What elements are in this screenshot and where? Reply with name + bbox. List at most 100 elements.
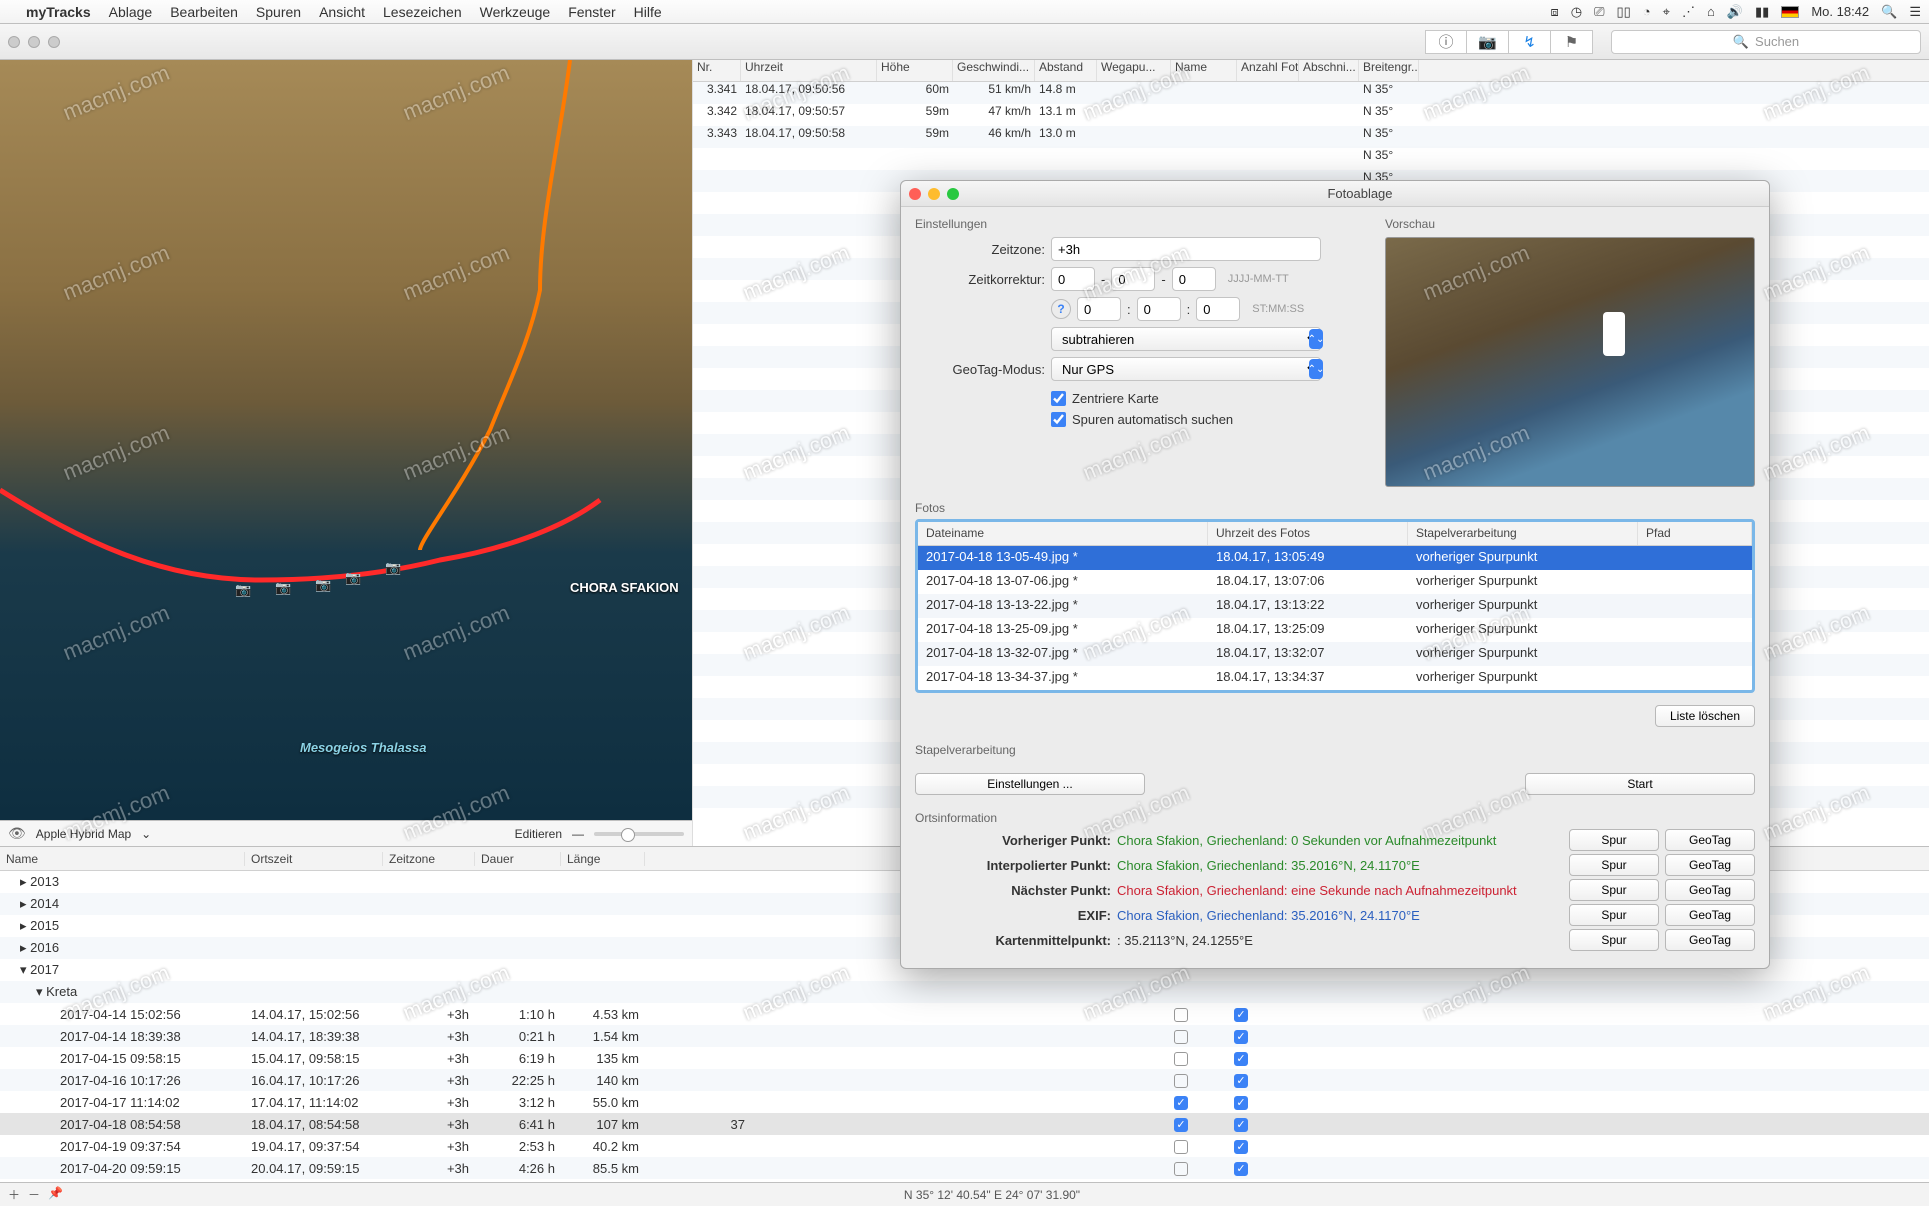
window-close-icon[interactable] [8, 36, 20, 48]
checkbox[interactable] [1174, 1118, 1188, 1132]
spotlight-icon[interactable]: 🔍 [1881, 4, 1897, 20]
corr-day-input[interactable] [1172, 267, 1216, 291]
bluetooth-icon[interactable]: ⌖ [1663, 4, 1670, 20]
window-minimize-icon[interactable] [28, 36, 40, 48]
wifi-icon[interactable]: ⋰ [1682, 4, 1695, 20]
checkbox[interactable] [1234, 1118, 1248, 1132]
track-row[interactable]: 2017-04-16 10:17:2616.04.17, 10:17:26+3h… [0, 1069, 1929, 1091]
zoom-slider[interactable] [594, 832, 684, 836]
app-name[interactable]: myTracks [26, 4, 91, 20]
menu-clock[interactable]: Mo. 18:42 [1811, 4, 1869, 19]
checkbox[interactable] [1234, 1008, 1248, 1022]
operation-select[interactable]: subtrahieren [1051, 327, 1321, 351]
menu-hilfe[interactable]: Hilfe [634, 4, 662, 20]
table-row[interactable]: 3.34118.04.17, 09:50:5660m51 km/h14.8 mN… [693, 82, 1929, 104]
menu-bearbeiten[interactable]: Bearbeiten [170, 4, 238, 20]
spur-button[interactable]: Spur [1569, 929, 1659, 951]
panel-minimize-icon[interactable] [928, 188, 940, 200]
checkbox[interactable] [1174, 1096, 1188, 1110]
camera-marker-icon[interactable]: 📷 [235, 582, 251, 598]
geotag-mode-select[interactable]: Nur GPS [1051, 357, 1321, 381]
zeitzone-input[interactable] [1051, 237, 1321, 261]
flag-de-icon[interactable] [1781, 6, 1799, 18]
photo-row[interactable]: 2017-04-18 13-34-37.jpg *18.04.17, 13:34… [918, 666, 1752, 690]
checkbox[interactable] [1174, 1140, 1188, 1154]
panel-zoom-icon[interactable] [947, 188, 959, 200]
col-fotos[interactable]: Anzahl Fotos [1237, 60, 1299, 81]
remove-button[interactable]: － [28, 1186, 40, 1203]
track-row[interactable]: 2017-04-20 09:59:1520.04.17, 09:59:15+3h… [0, 1157, 1929, 1179]
map-view[interactable]: CHORA SFAKION Mesogeios Thalassa 📷 📷 📷 📷… [0, 60, 692, 820]
track-row[interactable]: 2017-04-14 18:39:3814.04.17, 18:39:38+3h… [0, 1025, 1929, 1047]
corr-month-input[interactable] [1111, 267, 1155, 291]
center-map-checkbox[interactable] [1051, 391, 1066, 406]
track-row[interactable]: 2017-04-19 09:37:5419.04.17, 09:37:54+3h… [0, 1135, 1929, 1157]
photo-row[interactable]: 2017-04-18 13-13-22.jpg *18.04.17, 13:13… [918, 594, 1752, 618]
tcol-ortszeit[interactable]: Ortszeit [245, 852, 383, 866]
table-row[interactable]: 3.34218.04.17, 09:50:5759m47 km/h13.1 mN… [693, 104, 1929, 126]
col-abstand[interactable]: Abstand [1035, 60, 1097, 81]
clear-list-button[interactable]: Liste löschen [1655, 705, 1755, 727]
checkbox[interactable] [1234, 1052, 1248, 1066]
toolbar-info-button[interactable]: ⓘ [1425, 30, 1467, 54]
photo-row[interactable]: 2017-04-18 13-32-07.jpg *18.04.17, 13:32… [918, 642, 1752, 666]
status-bars-icon[interactable]: ▯▯ [1616, 4, 1630, 20]
col-name[interactable]: Name [1171, 60, 1237, 81]
camera-marker-icon[interactable]: 📷 [385, 560, 401, 576]
checkbox[interactable] [1174, 1008, 1188, 1022]
toolbar-camera-button[interactable]: 📷 [1467, 30, 1509, 54]
toolbar-search[interactable]: 🔍 Suchen [1611, 30, 1921, 54]
geotag-button[interactable]: GeoTag [1665, 829, 1755, 851]
tcol-zeitzone[interactable]: Zeitzone [383, 852, 475, 866]
col-uhrzeit[interactable]: Uhrzeit [741, 60, 877, 81]
menu-werkzeuge[interactable]: Werkzeuge [480, 4, 551, 20]
pcol-pfad[interactable]: Pfad [1638, 522, 1752, 545]
track-row[interactable]: 2017-04-14 15:02:5614.04.17, 15:02:56+3h… [0, 1003, 1929, 1025]
pcol-stapel[interactable]: Stapelverarbeitung [1408, 522, 1638, 545]
track-row[interactable]: 2017-04-15 09:58:1515.04.17, 09:58:15+3h… [0, 1047, 1929, 1069]
batch-settings-button[interactable]: Einstellungen ... [915, 773, 1145, 795]
checkbox[interactable] [1174, 1162, 1188, 1176]
autosearch-checkbox[interactable] [1051, 412, 1066, 427]
spur-button[interactable]: Spur [1569, 904, 1659, 926]
panel-close-icon[interactable] [909, 188, 921, 200]
pcol-dateiname[interactable]: Dateiname [918, 522, 1208, 545]
dropbox-icon[interactable]: ⧈ [1550, 4, 1558, 20]
batch-start-button[interactable]: Start [1525, 773, 1755, 795]
spur-button[interactable]: Spur [1569, 854, 1659, 876]
menu-spuren[interactable]: Spuren [256, 4, 301, 20]
eye-icon[interactable]: 👁 [8, 825, 26, 842]
menu-lesezeichen[interactable]: Lesezeichen [383, 4, 462, 20]
geotag-button[interactable]: GeoTag [1665, 854, 1755, 876]
help-icon[interactable]: ? [1051, 299, 1071, 319]
geotag-button[interactable]: GeoTag [1665, 904, 1755, 926]
menu-ablage[interactable]: Ablage [109, 4, 153, 20]
spur-button[interactable]: Spur [1569, 829, 1659, 851]
table-row[interactable]: 3.34318.04.17, 09:50:5859m46 km/h13.0 mN… [693, 126, 1929, 148]
col-hoehe[interactable]: Höhe [877, 60, 953, 81]
checkbox[interactable] [1174, 1052, 1188, 1066]
checkbox[interactable] [1234, 1140, 1248, 1154]
col-abschnitt[interactable]: Abschni... [1299, 60, 1359, 81]
menu-ansicht[interactable]: Ansicht [319, 4, 365, 20]
photo-row[interactable]: 2017-04-18 13-25-09.jpg *18.04.17, 13:25… [918, 618, 1752, 642]
tree-region[interactable]: ▾ Kreta [0, 981, 1929, 1003]
geotag-button[interactable]: GeoTag [1665, 879, 1755, 901]
track-row[interactable]: 2017-04-18 08:54:5818.04.17, 08:54:58+3h… [0, 1113, 1929, 1135]
table-row[interactable]: N 35° [693, 148, 1929, 170]
status-icon2[interactable]: ⎚ [1594, 4, 1604, 20]
checkbox[interactable] [1174, 1074, 1188, 1088]
checkbox[interactable] [1234, 1096, 1248, 1110]
tcol-name[interactable]: Name [0, 852, 245, 866]
clock-icon[interactable]: ◔ [1643, 4, 1651, 19]
col-speed[interactable]: Geschwindi... [953, 60, 1035, 81]
pin-icon[interactable]: 📌 [48, 1186, 63, 1203]
toolbar-flag-button[interactable]: ⚑ [1551, 30, 1593, 54]
camera-marker-icon[interactable]: 📷 [315, 577, 331, 593]
col-nr[interactable]: Nr. [693, 60, 741, 81]
map-source-select[interactable]: Apple Hybrid Map [36, 827, 131, 841]
status-icon[interactable]: ◷ [1571, 4, 1582, 20]
checkbox[interactable] [1234, 1030, 1248, 1044]
corr-sec-input[interactable] [1196, 297, 1240, 321]
volume-icon[interactable]: 🔊 [1727, 4, 1743, 20]
